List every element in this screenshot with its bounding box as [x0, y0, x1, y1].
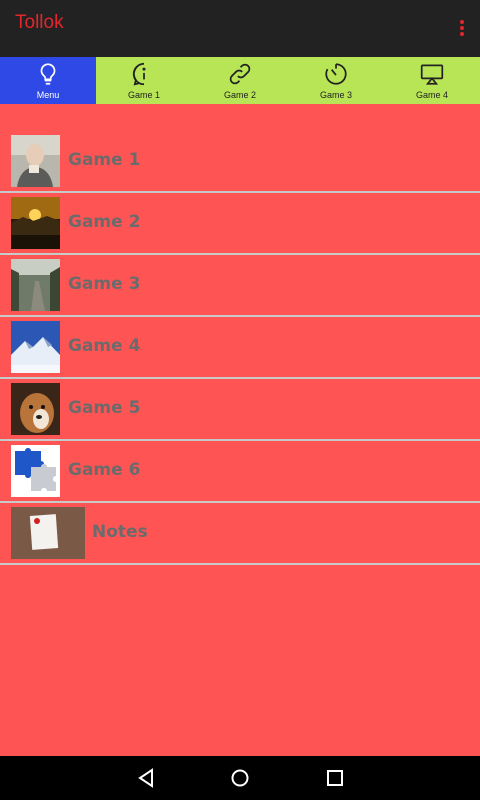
notepad-photo-thumbnail [11, 507, 85, 559]
system-nav-bar [0, 756, 480, 800]
dog-photo-thumbnail [11, 383, 60, 435]
list-item[interactable]: Notes [0, 503, 480, 565]
list-item[interactable]: Game 5 [0, 379, 480, 441]
tab-menu[interactable]: Menu [0, 57, 96, 104]
tab-label: Game 3 [319, 90, 352, 100]
list-item-label: Game 6 [68, 460, 141, 480]
overflow-menu-icon[interactable] [454, 18, 470, 42]
snowy-mountain-photo-thumbnail [11, 321, 60, 373]
tab-game-4[interactable]: Game 4 [384, 57, 480, 104]
home-icon[interactable] [228, 766, 252, 790]
app-title: Tollok [15, 12, 64, 33]
tab-label: Game 1 [127, 90, 160, 100]
portrait-photo-thumbnail [11, 135, 60, 187]
list-item-label: Notes [92, 522, 148, 542]
list-item-label: Game 1 [68, 150, 141, 170]
list-item-label: Game 2 [68, 212, 141, 232]
tab-game-3[interactable]: Game 3 [288, 57, 384, 104]
list-item-label: Game 3 [68, 274, 141, 294]
timer-icon [325, 63, 347, 85]
game-list: Game 1 Game 2 Game 3 Game 4 Game 5 Game … [0, 131, 480, 565]
list-item[interactable]: Game 1 [0, 131, 480, 193]
list-item[interactable]: Game 6 [0, 441, 480, 503]
tab-bar: Menu Game 1 Game 2 Game 3 Game 4 [0, 57, 480, 104]
puzzle-pieces-photo-thumbnail [11, 445, 60, 497]
app-bar: Tollok [0, 0, 480, 57]
cast-icon [420, 64, 444, 85]
back-icon[interactable] [134, 766, 158, 790]
tab-game-1[interactable]: Game 1 [96, 57, 192, 104]
info-icon [132, 62, 146, 86]
tab-label: Menu [36, 90, 60, 100]
forest-path-photo-thumbnail [11, 259, 60, 311]
list-item-label: Game 5 [68, 398, 141, 418]
list-item-label: Game 4 [68, 336, 141, 356]
list-item[interactable]: Game 3 [0, 255, 480, 317]
sunset-photo-thumbnail [11, 197, 60, 249]
link-icon [229, 63, 251, 85]
list-item[interactable]: Game 4 [0, 317, 480, 379]
tab-label: Game 2 [223, 90, 256, 100]
tab-game-2[interactable]: Game 2 [192, 57, 288, 104]
list-item[interactable]: Game 2 [0, 193, 480, 255]
tab-label: Game 4 [415, 90, 448, 100]
lightbulb-icon [40, 63, 56, 85]
content-area: Game 1 Game 2 Game 3 Game 4 Game 5 Game … [0, 104, 480, 756]
recents-icon[interactable] [323, 766, 347, 790]
